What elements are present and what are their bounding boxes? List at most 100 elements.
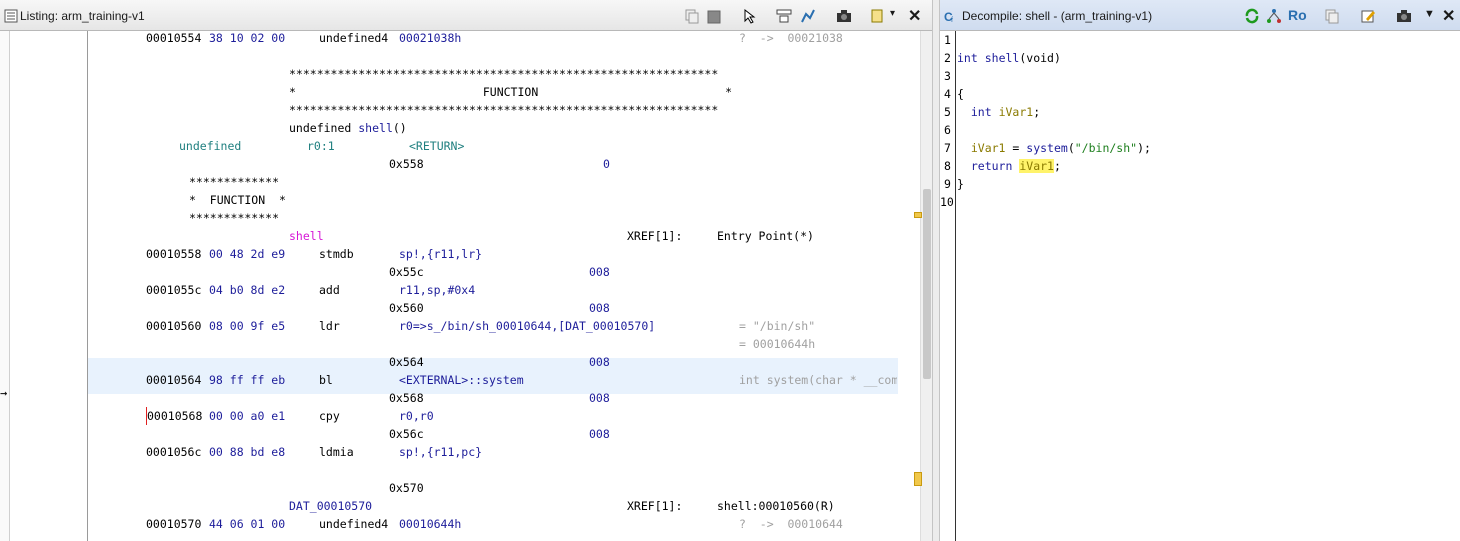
stack-depth: 008 (589, 265, 610, 279)
code-line[interactable]: iVar1 = system("/bin/sh"); (957, 139, 1151, 157)
address[interactable]: 00010564 (146, 371, 201, 389)
graph-diff-icon[interactable] (800, 8, 816, 24)
code-line[interactable]: int iVar1; (957, 103, 1040, 121)
punct: ( (1067, 141, 1075, 155)
mnemonic: stmdb (319, 247, 354, 261)
line-number: 4 (944, 87, 951, 101)
function-graph-icon[interactable] (1266, 8, 1282, 24)
bytes: 00 48 2d e9 (209, 247, 286, 261)
stack-offset: 0x56c (389, 427, 424, 441)
banner-function-short: * FUNCTION * (189, 193, 286, 207)
punct: = (1005, 141, 1027, 155)
code-line[interactable]: int shell(void) (957, 49, 1061, 67)
comment: ? -> 00021038 (739, 31, 843, 45)
banner-stars-short: ************* (189, 175, 280, 189)
data-label[interactable]: DAT_00010570 (289, 497, 372, 515)
decompile-panel-header: C f Decompile: shell - (arm_training-v1)… (940, 0, 1460, 31)
snapshot-camera-icon[interactable] (1396, 8, 1412, 24)
listing-margin (0, 31, 10, 541)
select-cursor-icon[interactable] (742, 8, 758, 24)
copy-icon[interactable] (1324, 8, 1340, 24)
xref-target[interactable]: shell:00010560(R) (717, 497, 835, 515)
operand[interactable]: r0=>s_/bin/sh_00010644,[DAT_00010570] (399, 317, 655, 335)
listing-gutter-line (87, 31, 88, 541)
stack-offset: 0x570 (389, 481, 424, 495)
listing-row[interactable]: 00010554 (146, 29, 201, 47)
chevron-down-icon[interactable]: ▼ (1424, 8, 1440, 24)
mnemonic: undefined4 (319, 31, 389, 45)
bookmark-marker[interactable] (914, 472, 922, 486)
address[interactable]: 00010558 (146, 245, 201, 263)
address[interactable]: 00010570 (146, 515, 201, 533)
code-line[interactable]: return iVar1; (957, 157, 1061, 175)
variable[interactable]: iVar1 (971, 141, 1006, 155)
line-number: 10 (940, 195, 954, 209)
address[interactable]: 00010568 (146, 407, 202, 425)
mnemonic: ldr (319, 319, 340, 333)
mnemonic: bl (319, 373, 333, 387)
close-icon[interactable]: ✕ (1442, 6, 1458, 25)
listing-scrollbar[interactable] (920, 31, 932, 541)
copy-icon[interactable] (684, 8, 700, 24)
variable[interactable]: iVar1 (999, 105, 1034, 119)
line-number: 5 (944, 105, 951, 119)
close-icon[interactable]: ✕ (908, 6, 924, 25)
comment: int system(char * __com (739, 373, 897, 387)
function-call[interactable]: system (1026, 141, 1068, 155)
cursor-arrow-icon: → (0, 386, 8, 400)
operand: r0,r0 (399, 409, 434, 423)
mnemonic: ldmia (319, 445, 354, 459)
operand: 00021038h (399, 31, 462, 45)
chevron-down-icon[interactable]: ▾ (890, 8, 906, 24)
line-number: 6 (944, 123, 951, 137)
listing-icon (4, 9, 18, 23)
return-keyword: return (970, 159, 1013, 173)
code-line[interactable]: } (957, 175, 964, 193)
mnemonic: add (319, 283, 340, 297)
return-type: undefined (179, 139, 242, 153)
operand[interactable]: <EXTERNAL>::system (399, 371, 524, 389)
bytes: 00 00 a0 e1 (209, 409, 286, 423)
function-name[interactable]: shell (985, 51, 1020, 65)
stack-offset: 0x55c (389, 265, 424, 279)
return-register: r0:1 (307, 139, 335, 153)
comment: = "/bin/sh" (739, 319, 816, 333)
decompile-icon: C f (944, 10, 953, 23)
panel-divider[interactable] (932, 0, 940, 541)
bytes: 98 ff ff eb (209, 373, 286, 387)
address[interactable]: 00010560 (146, 317, 201, 335)
paste-icon[interactable] (706, 8, 722, 24)
banner-stars: ****************************************… (289, 103, 719, 117)
refresh-icon[interactable] (1244, 8, 1260, 24)
stack-depth: 0 (603, 157, 610, 171)
listing-panel-header: Listing: arm_training-v1 ▾ ✕ (0, 0, 932, 31)
punct: ); (1137, 141, 1151, 155)
function-signature[interactable]: undefined shell() (289, 119, 407, 137)
line-number: 2 (944, 51, 951, 65)
sig-return-type: undefined (289, 121, 359, 135)
options-menu-icon[interactable] (870, 8, 886, 24)
variable-highlighted[interactable]: iVar1 (1019, 159, 1054, 173)
return-label: <RETURN> (409, 139, 465, 153)
sig-function-name[interactable]: shell (358, 121, 393, 135)
label-shell[interactable]: shell (289, 227, 324, 245)
read-only-button[interactable]: Ro (1288, 7, 1308, 23)
mnemonic: undefined4 (319, 517, 389, 531)
stack-offset: 0x568 (389, 391, 424, 405)
scrollbar-thumb[interactable] (923, 189, 931, 379)
code-line[interactable]: { (957, 85, 964, 103)
string-literal[interactable]: "/bin/sh" (1075, 141, 1137, 155)
xref-target[interactable]: Entry Point(*) (717, 227, 814, 245)
address[interactable]: 0001055c (146, 281, 201, 299)
field-layout-icon[interactable] (776, 8, 792, 24)
type-keyword: int (970, 105, 992, 119)
line-number: 7 (944, 141, 951, 155)
bookmark-marker[interactable] (914, 212, 922, 218)
operand: sp!,{r11,lr} (399, 247, 483, 261)
edit-signature-icon[interactable] (1360, 8, 1376, 24)
bytes: 38 10 02 00 (209, 31, 286, 45)
punct: ; (1033, 105, 1041, 119)
snapshot-camera-icon[interactable] (836, 8, 852, 24)
line-number: 3 (944, 69, 951, 83)
address[interactable]: 0001056c (146, 443, 201, 461)
